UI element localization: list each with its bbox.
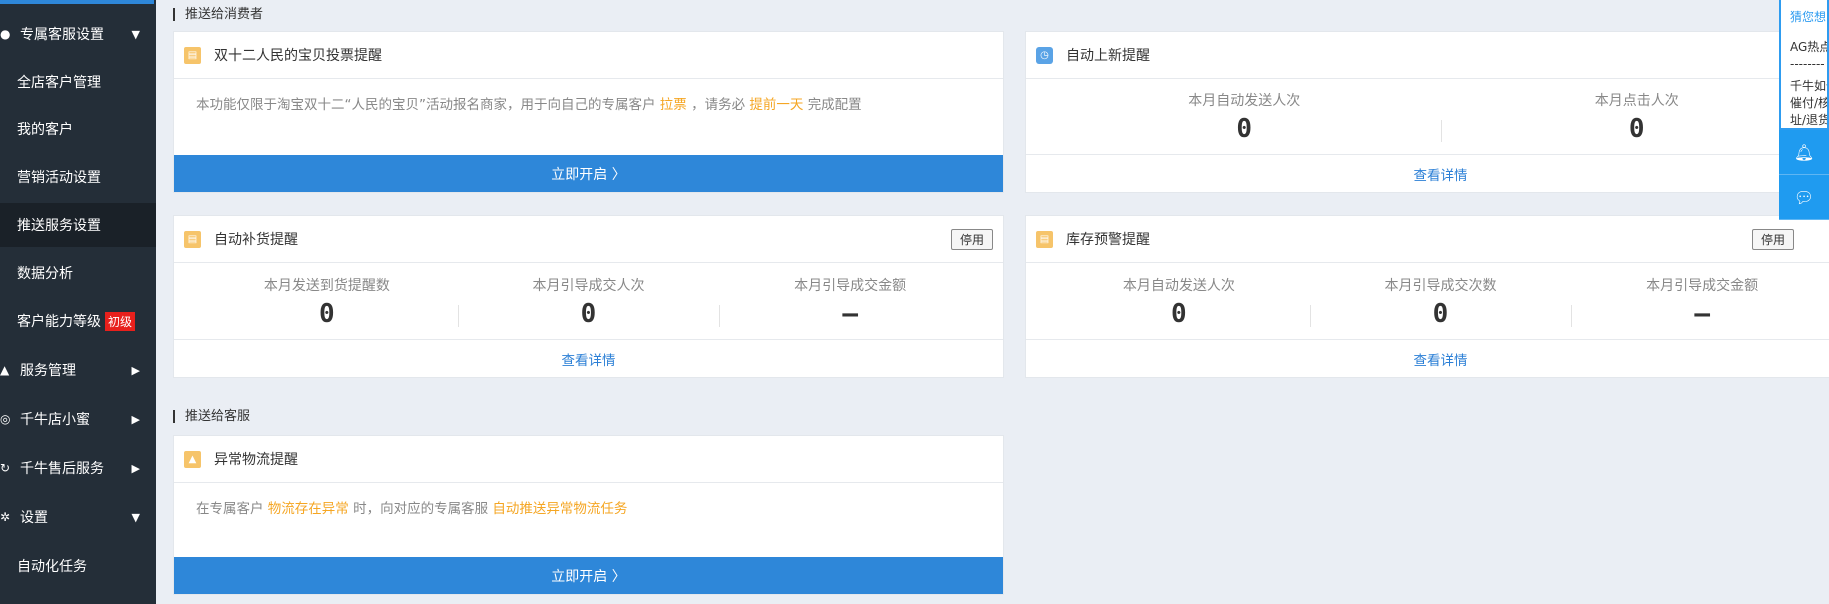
sidebar-group-exclusive-service[interactable]: ● 专属客服设置 ▼ — [0, 12, 156, 56]
sidebar-label: 自动化任务 — [17, 559, 87, 575]
bell-icon: 🔔︎ — [1793, 142, 1815, 162]
clipboard-icon: ▤ — [184, 46, 201, 64]
stat: 本月自动发送人次 0 — [1188, 93, 1301, 144]
stat: 本月点击人次 0 — [1440, 90, 1829, 144]
stat: 本月自动发送人次 0 — [1122, 277, 1235, 329]
card-title: 自动上新提醒 — [1066, 48, 1150, 64]
clock-icon: ◷ — [1036, 46, 1053, 64]
section-title-consumer: 推送给消费者 — [173, 8, 263, 21]
card-title: 双十二人民的宝贝投票提醒 — [214, 48, 382, 64]
enable-now-button[interactable]: 立即开启 〉 — [174, 557, 1003, 594]
enable-now-button[interactable]: 立即开启 〉 — [174, 155, 1003, 192]
auto-restock-reminder-card: ▤ 自动补货提醒 停用 本月发送到货提醒数 0 本月引导成交人次 0 本月引导成交金额 — 查… — [173, 215, 1004, 378]
card-description: 本功能仅限于淘宝双十二“人民的宝贝”活动报名商家，用于向自己的专属客户 拉票 ，… — [196, 97, 862, 113]
sidebar-label: 数据分析 — [17, 266, 73, 282]
card-description: 在专属客户 物流存在异常 时，向对应的专属客服 自动推送异常物流任务 — [196, 501, 628, 517]
sidebar-group-after-sales[interactable]: ↻ 千牛售后服务 ▶ — [0, 446, 156, 490]
view-details-link[interactable]: 查看详情 — [174, 339, 1003, 377]
refresh-icon: ↻ — [0, 461, 11, 475]
faq-item[interactable]: 千牛如何催付/核址/退货 — [1790, 77, 1827, 128]
level-badge: 初级 — [105, 311, 136, 331]
logistics-exception-card: ▲ 异常物流提醒 在专属客户 物流存在异常 时，向对应的专属客服 自动推送异常物流… — [173, 435, 1004, 595]
stat: 本月引导成交金额 — — [1571, 275, 1829, 329]
faq-title: 猜您想问 — [1790, 10, 1827, 24]
disable-button[interactable]: 停用 — [1751, 229, 1794, 250]
sidebar-item-automation[interactable]: 自动化任务 — [0, 544, 156, 588]
stat: 本月发送到货提醒数 0 — [263, 277, 390, 329]
chevron-down-icon: ▼ — [131, 27, 140, 41]
chevron-down-icon: ▼ — [131, 510, 140, 524]
chat-icon: 💬︎ — [1793, 187, 1815, 207]
sidebar-label: 设置 — [20, 510, 48, 526]
gear-icon: ✲ — [0, 510, 11, 524]
chat-button[interactable]: 💬︎ — [1779, 175, 1829, 220]
sidebar-label: 营销活动设置 — [17, 170, 101, 186]
sidebar-label: 全店客户管理 — [17, 75, 101, 91]
chevron-right-icon: ▶ — [131, 412, 140, 426]
sidebar: ● 专属客服设置 ▼ 全店客户管理 我的客户 营销活动设置 推送服务设置 数据分析 … — [0, 0, 156, 604]
stat: 本月引导成交金额 — — [719, 275, 981, 329]
sidebar-item-store-customers[interactable]: 全店客户管理 — [0, 60, 156, 104]
sidebar-label: 千牛店小蜜 — [20, 412, 90, 428]
vote-reminder-card: ▤ 双十二人民的宝贝投票提醒 本功能仅限于淘宝双十二“人民的宝贝”活动报名商家，用… — [173, 31, 1004, 193]
card-title: 库存预警提醒 — [1066, 232, 1150, 248]
disable-button[interactable]: 停用 — [950, 229, 993, 250]
auto-new-reminder-card: ◷ 自动上新提醒 本月自动发送人次 0 本月点击人次 0 查看详情 — [1025, 31, 1829, 193]
card-title: 异常物流提醒 — [214, 452, 298, 468]
view-details-link[interactable]: 查看详情 — [1026, 339, 1829, 377]
sidebar-group-service-management[interactable]: ▲ 服务管理 ▶ — [0, 348, 156, 392]
notification-bell-button[interactable]: 🔔︎ — [1779, 130, 1829, 175]
chevron-right-icon: ▶ — [131, 461, 140, 475]
sidebar-item-my-customers[interactable]: 我的客户 — [0, 107, 156, 151]
bell-icon: ▲ — [0, 363, 10, 377]
sidebar-top-accent — [0, 0, 154, 4]
chevron-right-icon: ▶ — [131, 363, 140, 377]
view-details-link[interactable]: 查看详情 — [1026, 154, 1829, 192]
sidebar-group-store-assistant[interactable]: ◎ 千牛店小蜜 ▶ — [0, 397, 156, 441]
stat: 本月引导成交人次 0 — [457, 275, 720, 329]
user-icon: ● — [0, 27, 11, 41]
sidebar-item-push-service[interactable]: 推送服务设置 — [0, 203, 156, 247]
sidebar-label: 专属客服设置 — [20, 27, 104, 43]
stat: 本月引导成交次数 0 — [1309, 275, 1572, 329]
right-help-panel: 猜您想问 AG热点 -------- 千牛如何催付/核址/退货 🔔︎ 💬︎ — [1779, 0, 1829, 220]
sidebar-label: 我的客户 — [17, 122, 73, 138]
sidebar-label: 千牛售后服务 — [20, 461, 104, 477]
divider: -------- — [1790, 57, 1825, 71]
sidebar-group-settings[interactable]: ✲ 设置 ▼ — [0, 495, 156, 539]
sidebar-item-data-analysis[interactable]: 数据分析 — [0, 251, 156, 295]
sidebar-item-marketing[interactable]: 营销活动设置 — [0, 155, 156, 199]
card-title: 自动补货提醒 — [214, 232, 298, 248]
sidebar-item-capability-level[interactable]: 客户能力等级 初级 — [0, 299, 156, 343]
sidebar-label: 推送服务设置 — [17, 218, 101, 234]
faq-item[interactable]: AG热点 — [1790, 38, 1827, 55]
sidebar-label: 服务管理 — [20, 363, 76, 379]
robot-icon: ◎ — [0, 412, 11, 426]
clipboard-icon: ▤ — [184, 230, 201, 248]
section-title-service: 推送给客服 — [173, 410, 250, 423]
sidebar-label: 客户能力等级 — [17, 314, 101, 330]
stock-warning-card: ▤ 库存预警提醒 停用 本月自动发送人次 0 本月引导成交次数 0 本月引导成交金额 — 查看… — [1025, 215, 1829, 378]
clipboard-icon: ▤ — [1036, 230, 1053, 248]
warning-icon: ▲ — [184, 450, 201, 468]
